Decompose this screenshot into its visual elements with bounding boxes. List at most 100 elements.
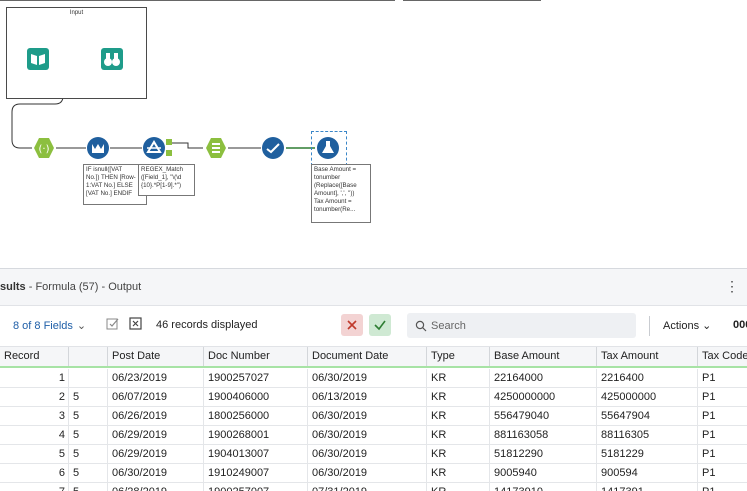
cell-post-date: 06/07/2019 <box>108 388 204 406</box>
cell-post-date: 06/23/2019 <box>108 369 204 387</box>
records-count: 46 records displayed <box>156 319 258 331</box>
filter-icon <box>143 137 172 159</box>
cell-blank: 5 <box>69 445 108 463</box>
binoculars-icon <box>101 48 123 70</box>
cell-doc-number: 1800256000 <box>204 407 308 425</box>
cell-doc-number: 1900406000 <box>204 388 308 406</box>
cell-doc-number: 1910249007 <box>204 464 308 482</box>
results-title-prefix: sults <box>0 281 26 293</box>
cell-type: KR <box>427 369 490 387</box>
columns-icon <box>206 138 226 158</box>
cell-base-amount: 556479040 <box>490 407 597 425</box>
cell-tax-code: P1 <box>702 372 716 384</box>
cell-type: KR <box>427 407 490 425</box>
column-header-doc-number[interactable]: Doc Number <box>204 347 308 366</box>
cell-type: KR <box>427 445 490 463</box>
cell-document-date: 06/30/2019 <box>308 464 427 482</box>
regex-filter-tool[interactable] <box>143 137 172 159</box>
results-header: sults - Formula (57) - Output ⋮ <box>0 269 747 306</box>
cell-blank: 5 <box>69 464 108 482</box>
cell-record: 1 <box>0 369 69 387</box>
cell-document-date: 06/13/2019 <box>308 388 427 406</box>
column-header-type[interactable]: Type <box>427 347 490 366</box>
cell-base-amount: 51812290 <box>490 445 597 463</box>
cell-document-date: 06/30/2019 <box>308 369 427 387</box>
deselect-icon[interactable] <box>129 317 145 333</box>
cell-blank: 5 <box>69 426 108 444</box>
cell-doc-number: 1904013007 <box>204 445 308 463</box>
cell-document-date: 06/30/2019 <box>308 426 427 444</box>
cell-tax-code: P1 <box>702 410 716 422</box>
svg-text:(·): (·) <box>39 144 50 155</box>
results-toolbar: 8 of 8 Fields ⌄ 46 records displayed Sear… <box>0 306 747 347</box>
cell-doc-number: 1900257027 <box>204 369 308 387</box>
cell-record: 5 <box>0 445 69 463</box>
table-row[interactable]: 1 06/23/2019 1900257027 06/30/2019 KR 22… <box>0 369 747 388</box>
book-icon <box>27 48 49 70</box>
cell-post-date: 06/26/2019 <box>108 407 204 425</box>
fields-dropdown[interactable]: 8 of 8 Fields ⌄ <box>13 319 86 332</box>
checkmark-icon <box>374 320 386 331</box>
cancel-button[interactable] <box>341 314 363 336</box>
toolbar-divider <box>649 316 650 336</box>
cell-record: 2 <box>0 388 69 406</box>
column-header-document-date[interactable]: Document Date <box>308 347 427 366</box>
cell-post-date: 06/29/2019 <box>108 445 204 463</box>
column-header-tax-amount[interactable]: Tax Amount <box>597 347 698 366</box>
column-header-post-date[interactable]: Post Date <box>108 347 204 366</box>
formula57-annotation: Base Amount = tonumber (Replace([Base Am… <box>311 164 371 223</box>
cell-type: KR <box>427 464 490 482</box>
results-pane: sults - Formula (57) - Output ⋮ 8 of 8 F… <box>0 268 747 491</box>
data-cleansing-tool[interactable] <box>262 137 284 159</box>
container-title: Input <box>69 10 84 16</box>
table-row[interactable]: 5 5 06/29/2019 1904013007 06/30/2019 KR … <box>0 445 747 464</box>
cell-doc-number: 1900268001 <box>204 426 308 444</box>
cell-record: 4 <box>0 426 69 444</box>
cell-type: KR <box>427 426 490 444</box>
column-header-base-amount[interactable]: Base Amount <box>490 347 597 366</box>
cell-tax-code: P1 <box>702 429 716 441</box>
cell-tax-amount: 88116305 <box>597 426 698 444</box>
cell-type: KR <box>427 388 490 406</box>
input-data-tool[interactable] <box>27 48 49 70</box>
browse-tool[interactable] <box>101 48 123 70</box>
apply-button[interactable] <box>369 314 391 336</box>
results-title: sults - Formula (57) - Output <box>0 281 141 293</box>
multirow-icon <box>87 137 109 159</box>
column-header-blank[interactable] <box>69 347 108 366</box>
grid-header: Record Post Date Doc Number Document Dat… <box>0 347 747 368</box>
cell-post-date: 06/29/2019 <box>108 426 204 444</box>
cell-tax-code: P1 <box>702 467 716 479</box>
record-select-icon: (·) <box>34 138 54 158</box>
results-grid[interactable]: Record Post Date Doc Number Document Dat… <box>0 347 747 491</box>
table-row[interactable]: 3 5 06/26/2019 1800256000 06/30/2019 KR … <box>0 407 747 426</box>
table-row[interactable]: 4 5 06/29/2019 1900268001 06/30/2019 KR … <box>0 426 747 445</box>
cell-base-amount: 9005940 <box>490 464 597 482</box>
edit-checkbox-icon[interactable] <box>106 317 122 333</box>
cell-base-amount: 4250000000 <box>490 388 597 406</box>
cell-record: 6 <box>0 464 69 482</box>
cell-blank <box>69 369 108 387</box>
cell-document-date: 06/30/2019 <box>308 445 427 463</box>
workflow-canvas[interactable]: Input (·) IF isnull([VAT No.]) THEN [Row… <box>0 0 747 268</box>
column-header-tax-code[interactable]: Tax Code <box>698 347 747 366</box>
text-to-columns-tool[interactable] <box>205 137 227 159</box>
select-records-tool[interactable]: (·) <box>33 137 55 159</box>
table-row[interactable]: 2 5 06/07/2019 1900406000 06/13/2019 KR … <box>0 388 747 407</box>
table-row[interactable]: 6 5 06/30/2019 1910249007 06/30/2019 KR … <box>0 464 747 483</box>
cell-tax-amount: 900594 <box>597 464 698 482</box>
chevron-down-icon: ⌄ <box>76 320 87 332</box>
regex-annotation: REGEX_Match ([Field_1], "\(\d {10}.*P[1-… <box>138 164 195 196</box>
cell-record: 3 <box>0 407 69 425</box>
column-header-record[interactable]: Record <box>0 347 69 366</box>
cell-tax-amount: 425000000 <box>597 388 698 406</box>
cell-tax-code: P1 <box>702 391 716 403</box>
cell-base-amount: 881163058 <box>490 426 597 444</box>
formula-tool[interactable] <box>317 137 339 159</box>
multi-row-formula-tool[interactable] <box>87 137 109 159</box>
actions-dropdown[interactable]: Actions ⌄ <box>663 319 711 332</box>
more-options-icon[interactable]: ⋮ <box>725 278 739 295</box>
cell-post-date: 06/30/2019 <box>108 464 204 482</box>
flask-icon <box>317 137 339 159</box>
search-input[interactable]: Search <box>407 313 636 338</box>
